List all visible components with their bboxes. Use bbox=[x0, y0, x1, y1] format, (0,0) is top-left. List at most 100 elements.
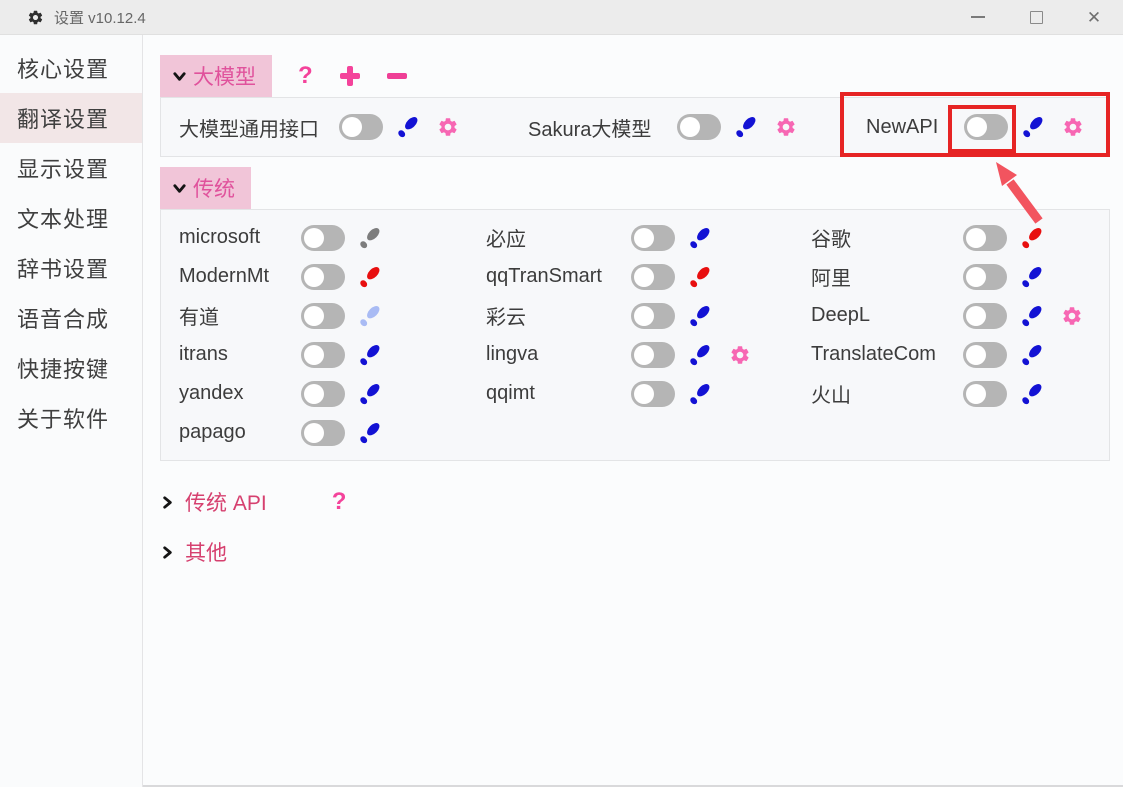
tab-traditional[interactable]: 传统 bbox=[160, 167, 251, 209]
window-title: 设置 v10.12.4 bbox=[54, 7, 146, 28]
brush-icon[interactable] bbox=[687, 264, 713, 290]
service-row: qqTranSmart bbox=[486, 257, 811, 296]
service-row: 阿里 bbox=[811, 257, 1109, 296]
minimize-icon bbox=[971, 16, 985, 18]
maximize-button[interactable] bbox=[1007, 0, 1065, 35]
close-button[interactable]: ✕ bbox=[1065, 0, 1123, 35]
plus-icon[interactable] bbox=[340, 66, 360, 86]
settings-gear-icon bbox=[27, 9, 44, 26]
service-toggle[interactable] bbox=[963, 264, 1007, 290]
minimize-button[interactable] bbox=[949, 0, 1007, 35]
gear-icon[interactable] bbox=[1062, 116, 1084, 138]
brush-icon[interactable] bbox=[357, 225, 383, 251]
service-row: 火山 bbox=[811, 374, 1109, 413]
chevron-down-icon bbox=[172, 69, 187, 84]
brush-icon[interactable] bbox=[687, 381, 713, 407]
chevron-down-icon bbox=[172, 181, 187, 196]
service-toggle[interactable] bbox=[631, 381, 675, 407]
section-header-other[interactable]: 其他 bbox=[160, 533, 1110, 571]
service-toggle[interactable] bbox=[301, 342, 345, 368]
service-label: DeepL bbox=[811, 304, 963, 327]
section-header-traditional-api[interactable]: 传统 API ? bbox=[160, 483, 1110, 521]
service-row: lingva bbox=[486, 335, 811, 374]
service-toggle[interactable] bbox=[301, 225, 345, 251]
service-toggle[interactable] bbox=[963, 342, 1007, 368]
service-toggle[interactable] bbox=[301, 381, 345, 407]
traditional-grid: microsoft必应谷歌ModernMtqqTranSmart阿里有道彩云De… bbox=[160, 209, 1110, 461]
service-toggle[interactable] bbox=[301, 420, 345, 446]
brush-icon[interactable] bbox=[687, 225, 713, 251]
model-service-row-newapi: NewAPI bbox=[866, 98, 1084, 156]
brush-icon[interactable] bbox=[1019, 381, 1045, 407]
brush-icon[interactable] bbox=[357, 342, 383, 368]
sidebar-item[interactable]: 快捷按键 bbox=[0, 343, 142, 393]
sidebar-item[interactable]: 显示设置 bbox=[0, 143, 142, 193]
gear-icon[interactable] bbox=[729, 344, 751, 366]
tab-large-model[interactable]: 大模型 bbox=[160, 55, 272, 97]
service-row: papago bbox=[179, 413, 486, 452]
service-toggle[interactable] bbox=[677, 114, 721, 140]
brush-icon[interactable] bbox=[357, 264, 383, 290]
sidebar-item[interactable]: 语音合成 bbox=[0, 293, 142, 343]
service-label: papago bbox=[179, 421, 301, 444]
sidebar-item[interactable]: 核心设置 bbox=[0, 43, 142, 93]
gear-icon[interactable] bbox=[437, 116, 459, 138]
service-label: itrans bbox=[179, 343, 301, 366]
brush-icon[interactable] bbox=[1019, 264, 1045, 290]
service-row: ModernMt bbox=[179, 257, 486, 296]
service-toggle[interactable] bbox=[963, 225, 1007, 251]
brush-icon[interactable] bbox=[357, 420, 383, 446]
brush-icon[interactable] bbox=[357, 303, 383, 329]
brush-icon[interactable] bbox=[1019, 303, 1045, 329]
brush-icon[interactable] bbox=[1019, 342, 1045, 368]
sidebar-item[interactable]: 关于软件 bbox=[0, 393, 142, 443]
chevron-right-icon bbox=[160, 495, 175, 510]
service-label: ModernMt bbox=[179, 265, 301, 288]
service-label: TranslateCom bbox=[811, 343, 963, 366]
minus-icon[interactable] bbox=[387, 73, 407, 79]
service-toggle[interactable] bbox=[964, 114, 1008, 140]
titlebar: 设置 v10.12.4 ✕ bbox=[0, 0, 1123, 35]
service-label: lingva bbox=[486, 343, 631, 366]
sidebar-item[interactable]: 翻译设置 bbox=[0, 93, 142, 143]
sidebar-item[interactable]: 文本处理 bbox=[0, 193, 142, 243]
help-icon[interactable]: ? bbox=[332, 488, 347, 516]
close-icon: ✕ bbox=[1087, 9, 1101, 26]
section-header-large-model: 大模型 ? bbox=[160, 55, 1110, 97]
service-row: 必应 bbox=[486, 218, 811, 257]
service-toggle[interactable] bbox=[631, 264, 675, 290]
service-label: qqTranSmart bbox=[486, 265, 631, 288]
service-toggle[interactable] bbox=[301, 303, 345, 329]
brush-icon[interactable] bbox=[1019, 225, 1045, 251]
help-icon[interactable]: ? bbox=[298, 62, 313, 90]
gear-icon[interactable] bbox=[1061, 305, 1083, 327]
service-toggle[interactable] bbox=[301, 264, 345, 290]
brush-icon[interactable] bbox=[733, 114, 759, 140]
service-label: 阿里 bbox=[811, 262, 963, 291]
section-label: 传统 bbox=[193, 173, 235, 203]
service-toggle[interactable] bbox=[963, 303, 1007, 329]
model-service-row: 大模型通用接口 bbox=[179, 98, 459, 156]
service-row: DeepL bbox=[811, 296, 1109, 335]
brush-icon[interactable] bbox=[687, 303, 713, 329]
gear-icon[interactable] bbox=[775, 116, 797, 138]
service-label: 有道 bbox=[179, 301, 301, 330]
service-label: 必应 bbox=[486, 223, 631, 252]
sidebar: 核心设置翻译设置显示设置文本处理辞书设置语音合成快捷按键关于软件 bbox=[0, 35, 143, 787]
service-row: TranslateCom bbox=[811, 335, 1109, 374]
service-label: yandex bbox=[179, 382, 301, 405]
service-toggle[interactable] bbox=[963, 381, 1007, 407]
service-toggle[interactable] bbox=[631, 225, 675, 251]
service-row: yandex bbox=[179, 374, 486, 413]
service-toggle[interactable] bbox=[631, 342, 675, 368]
service-toggle[interactable] bbox=[631, 303, 675, 329]
brush-icon[interactable] bbox=[1020, 114, 1046, 140]
service-row: 彩云 bbox=[486, 296, 811, 335]
brush-icon[interactable] bbox=[687, 342, 713, 368]
model-service-row: Sakura大模型 bbox=[528, 98, 797, 156]
service-toggle[interactable] bbox=[339, 114, 383, 140]
brush-icon[interactable] bbox=[395, 114, 421, 140]
sidebar-item[interactable]: 辞书设置 bbox=[0, 243, 142, 293]
brush-icon[interactable] bbox=[357, 381, 383, 407]
service-row: 谷歌 bbox=[811, 218, 1109, 257]
